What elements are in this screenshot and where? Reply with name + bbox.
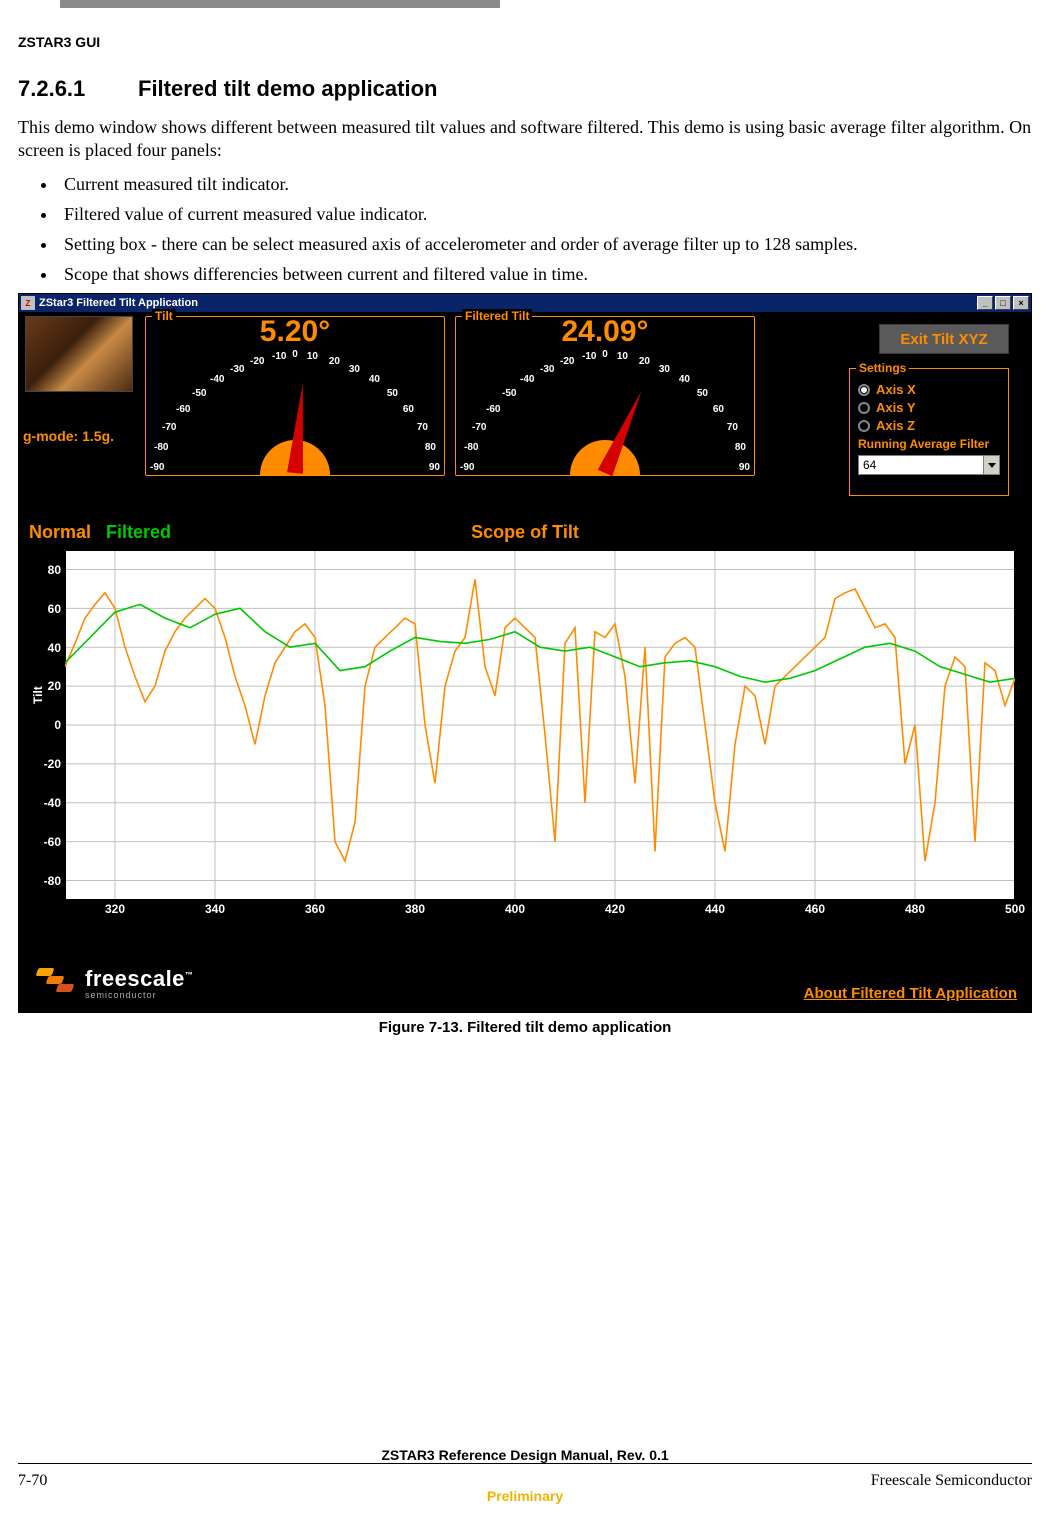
section-number: 7.2.6.1 <box>18 76 138 102</box>
app-window: Z ZStar3 Filtered Tilt Application _ □ ×… <box>18 293 1032 1013</box>
axis-y-label: Axis Y <box>876 400 916 415</box>
x-tick: 320 <box>105 902 125 916</box>
minimize-button[interactable]: _ <box>977 296 993 310</box>
x-tick: 460 <box>805 902 825 916</box>
app-icon: Z <box>21 296 35 310</box>
y-tick: 80 <box>37 563 61 577</box>
brand-name: freescale <box>85 966 185 991</box>
x-tick: 440 <box>705 902 725 916</box>
radio-axis-z[interactable] <box>858 420 870 432</box>
y-tick: -60 <box>37 835 61 849</box>
y-tick: 60 <box>37 602 61 616</box>
x-tick: 340 <box>205 902 225 916</box>
intro-paragraph: This demo window shows different between… <box>18 116 1032 161</box>
axis-x-label: Axis X <box>876 382 916 397</box>
scope-title: Scope of Tilt <box>471 522 579 543</box>
filtered-tilt-gauge-box: Filtered Tilt 24.09° -90 -80 -70 -60 -50… <box>455 316 755 476</box>
y-tick: -20 <box>37 757 61 771</box>
x-tick: 420 <box>605 902 625 916</box>
close-button[interactable]: × <box>1013 296 1029 310</box>
y-tick: -40 <box>37 796 61 810</box>
list-item: Filtered value of current measured value… <box>58 201 1032 227</box>
y-tick: -80 <box>37 874 61 888</box>
footer-right: Freescale Semiconductor <box>871 1472 1032 1490</box>
select-value: 64 <box>859 458 983 472</box>
running-average-label: Running Average Filter <box>858 437 1000 451</box>
freescale-logo: freescale™ semiconductor <box>37 964 193 1002</box>
tilt-value: 5.20° <box>260 315 330 349</box>
tilt-gauge-box: Tilt 5.20° -90 -80 -70 -60 -50 -40 -30 -… <box>145 316 445 476</box>
legend-normal: Normal <box>29 522 91 542</box>
scope-chart <box>65 550 1015 900</box>
g-mode-label: g-mode: 1.5g. <box>23 428 114 444</box>
list-item: Setting box - there can be select measur… <box>58 231 1032 257</box>
preliminary-label: Preliminary <box>18 1488 1032 1504</box>
running-header: ZSTAR3 GUI <box>18 34 1032 50</box>
settings-legend: Settings <box>856 361 909 375</box>
page-number: 7-70 <box>18 1472 47 1490</box>
filtered-tilt-value: 24.09° <box>561 315 648 349</box>
footer-rule <box>18 1463 1032 1464</box>
x-tick: 360 <box>305 902 325 916</box>
y-tick: 20 <box>37 679 61 693</box>
decorative-bar <box>60 0 500 8</box>
legend-filtered: Filtered <box>106 522 171 542</box>
radio-axis-x[interactable] <box>858 384 870 396</box>
bullet-list: Current measured tilt indicator. Filtere… <box>58 171 1032 287</box>
x-tick: 400 <box>505 902 525 916</box>
settings-box: Settings Axis X Axis Y Axis Z Running Av… <box>849 368 1009 496</box>
chevron-down-icon[interactable] <box>983 456 999 474</box>
list-item: Scope that shows differencies between cu… <box>58 261 1032 287</box>
y-tick: 0 <box>37 718 61 732</box>
about-link[interactable]: About Filtered Tilt Application <box>804 985 1017 1002</box>
scope-legend: Normal Filtered <box>29 522 171 543</box>
y-tick: 40 <box>37 641 61 655</box>
maximize-button[interactable]: □ <box>995 296 1011 310</box>
radio-axis-y[interactable] <box>858 402 870 414</box>
list-item: Current measured tilt indicator. <box>58 171 1032 197</box>
footer-center: ZSTAR3 Reference Design Manual, Rev. 0.1 <box>18 1447 1032 1463</box>
filter-order-select[interactable]: 64 <box>858 455 1000 475</box>
decorative-shade <box>170 1052 350 1086</box>
axis-z-label: Axis Z <box>876 418 915 433</box>
section-title: Filtered tilt demo application <box>138 76 437 102</box>
x-tick: 380 <box>405 902 425 916</box>
logo-mark-icon <box>37 964 75 1002</box>
exit-button[interactable]: Exit Tilt XYZ <box>879 324 1009 354</box>
window-title: ZStar3 Filtered Tilt Application <box>39 297 198 309</box>
x-tick: 480 <box>905 902 925 916</box>
thumbnail-image <box>25 316 133 392</box>
x-tick: 500 <box>1005 902 1025 916</box>
figure-caption: Figure 7-13. Filtered tilt demo applicat… <box>18 1019 1032 1036</box>
